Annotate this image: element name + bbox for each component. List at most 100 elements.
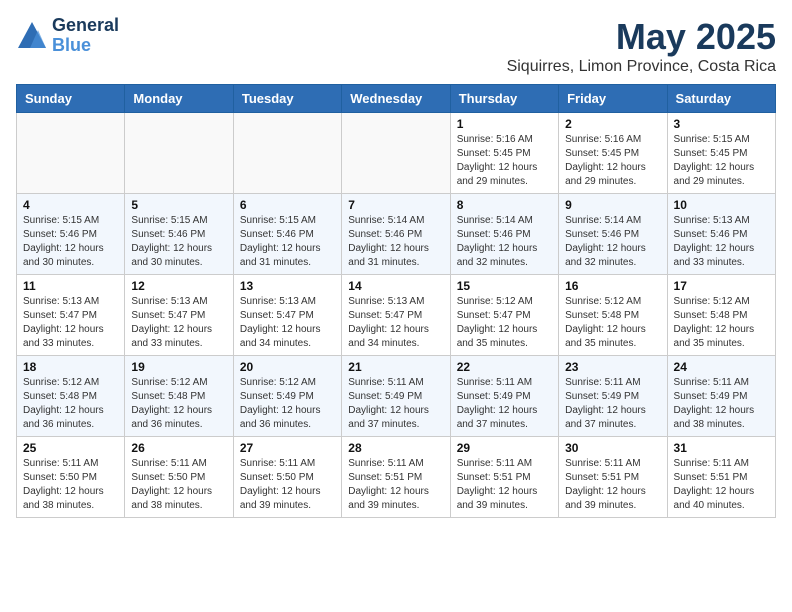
day-info: Sunrise: 5:12 AMSunset: 5:48 PMDaylight:… <box>23 376 118 432</box>
day-info: Sunrise: 5:14 AMSunset: 5:46 PMDaylight:… <box>348 214 443 270</box>
day-info: Sunrise: 5:16 AMSunset: 5:45 PMDaylight:… <box>565 133 660 189</box>
calendar-day-cell: 30Sunrise: 5:11 AMSunset: 5:51 PMDayligh… <box>559 437 667 518</box>
weekday-header: Wednesday <box>342 85 450 113</box>
calendar-day-cell: 12 Sunrise: 5:13 AMSunset: 5:47 PMDayligh… <box>125 275 233 356</box>
calendar-day-cell: 22 Sunrise: 5:11 AMSunset: 5:49 PMDayligh… <box>450 356 558 437</box>
weekday-header: Sunday <box>17 85 125 113</box>
logo: General Blue <box>16 16 119 56</box>
weekday-header-row: SundayMondayTuesdayWednesdayThursdayFrid… <box>17 85 776 113</box>
calendar-day-cell: 1Sunrise: 5:16 AMSunset: 5:45 PMDaylight… <box>450 113 558 194</box>
calendar-day-cell: 4 Sunrise: 5:15 AMSunset: 5:46 PMDaylight… <box>17 194 125 275</box>
calendar-day-cell: 21Sunrise: 5:11 AMSunset: 5:49 PMDayligh… <box>342 356 450 437</box>
calendar-day-cell: 19Sunrise: 5:12 AMSunset: 5:48 PMDayligh… <box>125 356 233 437</box>
location-title: Siquirres, Limon Province, Costa Rica <box>507 58 776 76</box>
day-number: 18 <box>23 360 118 374</box>
day-number: 15 <box>457 279 552 293</box>
day-number: 28 <box>348 441 443 455</box>
logo-icon <box>16 20 48 52</box>
day-number: 7 <box>348 198 443 212</box>
calendar-day-cell: 25 Sunrise: 5:11 AMSunset: 5:50 PMDayligh… <box>17 437 125 518</box>
calendar-day-cell: 23Sunrise: 5:11 AMSunset: 5:49 PMDayligh… <box>559 356 667 437</box>
calendar-day-cell: 2 Sunrise: 5:16 AMSunset: 5:45 PMDaylight… <box>559 113 667 194</box>
calendar-day-cell: 3 Sunrise: 5:15 AMSunset: 5:45 PMDaylight… <box>667 113 775 194</box>
day-info: Sunrise: 5:12 AMSunset: 5:48 PMDaylight:… <box>565 295 660 351</box>
day-number: 3 <box>674 117 769 131</box>
day-number: 23 <box>565 360 660 374</box>
day-number: 14 <box>348 279 443 293</box>
day-number: 5 <box>131 198 226 212</box>
day-info: Sunrise: 5:11 AMSunset: 5:50 PMDaylight:… <box>131 457 226 513</box>
calendar-week-row: 1 Sunrise: 5:16 AMSunset: 5:45 PMDaylight… <box>17 113 776 194</box>
day-info: Sunrise: 5:13 AMSunset: 5:46 PMDaylight:… <box>674 214 769 270</box>
day-info: Sunrise: 5:13 AMSunset: 5:47 PMDaylight:… <box>240 295 335 351</box>
day-number: 4 <box>23 198 118 212</box>
day-number: 9 <box>565 198 660 212</box>
logo-general-text: General <box>52 16 119 36</box>
day-number: 12 <box>131 279 226 293</box>
day-info: Sunrise: 5:11 AMSunset: 5:51 PMDaylight:… <box>348 457 443 513</box>
calendar-day-cell: 10 Sunrise: 5:13 AMSunset: 5:46 PMDayligh… <box>667 194 775 275</box>
calendar-week-row: 25 Sunrise: 5:11 AMSunset: 5:50 PMDayligh… <box>17 437 776 518</box>
day-number: 31 <box>674 441 769 455</box>
day-info: Sunrise: 5:12 AMSunset: 5:48 PMDaylight:… <box>131 376 226 432</box>
calendar-day-cell: 26 Sunrise: 5:11 AMSunset: 5:50 PMDayligh… <box>125 437 233 518</box>
day-number: 20 <box>240 360 335 374</box>
day-info: Sunrise: 5:14 AMSunset: 5:46 PMDaylight:… <box>565 214 660 270</box>
day-number: 22 <box>457 360 552 374</box>
day-number: 27 <box>240 441 335 455</box>
day-info: Sunrise: 5:11 AMSunset: 5:49 PMDaylight:… <box>348 376 443 432</box>
calendar-day-cell: 8Sunrise: 5:14 AMSunset: 5:46 PMDaylight… <box>450 194 558 275</box>
day-info: Sunrise: 5:13 AMSunset: 5:47 PMDaylight:… <box>131 295 226 351</box>
title-area: May 2025 Siquirres, Limon Province, Cost… <box>507 16 776 76</box>
calendar-day-cell: 6Sunrise: 5:15 AMSunset: 5:46 PMDaylight… <box>233 194 341 275</box>
day-info: Sunrise: 5:11 AMSunset: 5:50 PMDaylight:… <box>23 457 118 513</box>
calendar-day-cell: 11 Sunrise: 5:13 AMSunset: 5:47 PMDayligh… <box>17 275 125 356</box>
day-info: Sunrise: 5:15 AMSunset: 5:45 PMDaylight:… <box>674 133 769 189</box>
calendar-day-cell <box>17 113 125 194</box>
day-info: Sunrise: 5:15 AMSunset: 5:46 PMDaylight:… <box>23 214 118 270</box>
day-number: 2 <box>565 117 660 131</box>
day-number: 17 <box>674 279 769 293</box>
day-number: 25 <box>23 441 118 455</box>
day-number: 10 <box>674 198 769 212</box>
day-number: 16 <box>565 279 660 293</box>
month-title: May 2025 <box>507 16 776 58</box>
day-info: Sunrise: 5:11 AMSunset: 5:49 PMDaylight:… <box>457 376 552 432</box>
day-info: Sunrise: 5:11 AMSunset: 5:49 PMDaylight:… <box>674 376 769 432</box>
day-info: Sunrise: 5:12 AMSunset: 5:49 PMDaylight:… <box>240 376 335 432</box>
calendar-day-cell: 13 Sunrise: 5:13 AMSunset: 5:47 PMDayligh… <box>233 275 341 356</box>
day-info: Sunrise: 5:15 AMSunset: 5:46 PMDaylight:… <box>131 214 226 270</box>
calendar-day-cell: 20 Sunrise: 5:12 AMSunset: 5:49 PMDayligh… <box>233 356 341 437</box>
calendar-day-cell <box>125 113 233 194</box>
day-number: 11 <box>23 279 118 293</box>
day-info: Sunrise: 5:14 AMSunset: 5:46 PMDaylight:… <box>457 214 552 270</box>
calendar-day-cell: 31Sunrise: 5:11 AMSunset: 5:51 PMDayligh… <box>667 437 775 518</box>
calendar-day-cell: 15Sunrise: 5:12 AMSunset: 5:47 PMDayligh… <box>450 275 558 356</box>
day-info: Sunrise: 5:13 AMSunset: 5:47 PMDaylight:… <box>348 295 443 351</box>
day-info: Sunrise: 5:11 AMSunset: 5:51 PMDaylight:… <box>457 457 552 513</box>
day-number: 6 <box>240 198 335 212</box>
calendar-day-cell: 18 Sunrise: 5:12 AMSunset: 5:48 PMDayligh… <box>17 356 125 437</box>
day-info: Sunrise: 5:13 AMSunset: 5:47 PMDaylight:… <box>23 295 118 351</box>
day-number: 29 <box>457 441 552 455</box>
day-number: 26 <box>131 441 226 455</box>
calendar: SundayMondayTuesdayWednesdayThursdayFrid… <box>16 84 776 518</box>
calendar-day-cell <box>233 113 341 194</box>
calendar-day-cell: 17Sunrise: 5:12 AMSunset: 5:48 PMDayligh… <box>667 275 775 356</box>
weekday-header: Thursday <box>450 85 558 113</box>
weekday-header: Friday <box>559 85 667 113</box>
calendar-day-cell: 28 Sunrise: 5:11 AMSunset: 5:51 PMDayligh… <box>342 437 450 518</box>
weekday-header: Monday <box>125 85 233 113</box>
calendar-week-row: 4 Sunrise: 5:15 AMSunset: 5:46 PMDaylight… <box>17 194 776 275</box>
calendar-day-cell: 9 Sunrise: 5:14 AMSunset: 5:46 PMDaylight… <box>559 194 667 275</box>
calendar-week-row: 18 Sunrise: 5:12 AMSunset: 5:48 PMDayligh… <box>17 356 776 437</box>
calendar-day-cell: 5 Sunrise: 5:15 AMSunset: 5:46 PMDaylight… <box>125 194 233 275</box>
calendar-day-cell: 7 Sunrise: 5:14 AMSunset: 5:46 PMDaylight… <box>342 194 450 275</box>
day-number: 1 <box>457 117 552 131</box>
day-number: 13 <box>240 279 335 293</box>
weekday-header: Saturday <box>667 85 775 113</box>
header: General Blue May 2025 Siquirres, Limon P… <box>16 16 776 76</box>
calendar-day-cell: 14 Sunrise: 5:13 AMSunset: 5:47 PMDayligh… <box>342 275 450 356</box>
calendar-day-cell <box>342 113 450 194</box>
day-info: Sunrise: 5:11 AMSunset: 5:51 PMDaylight:… <box>565 457 660 513</box>
